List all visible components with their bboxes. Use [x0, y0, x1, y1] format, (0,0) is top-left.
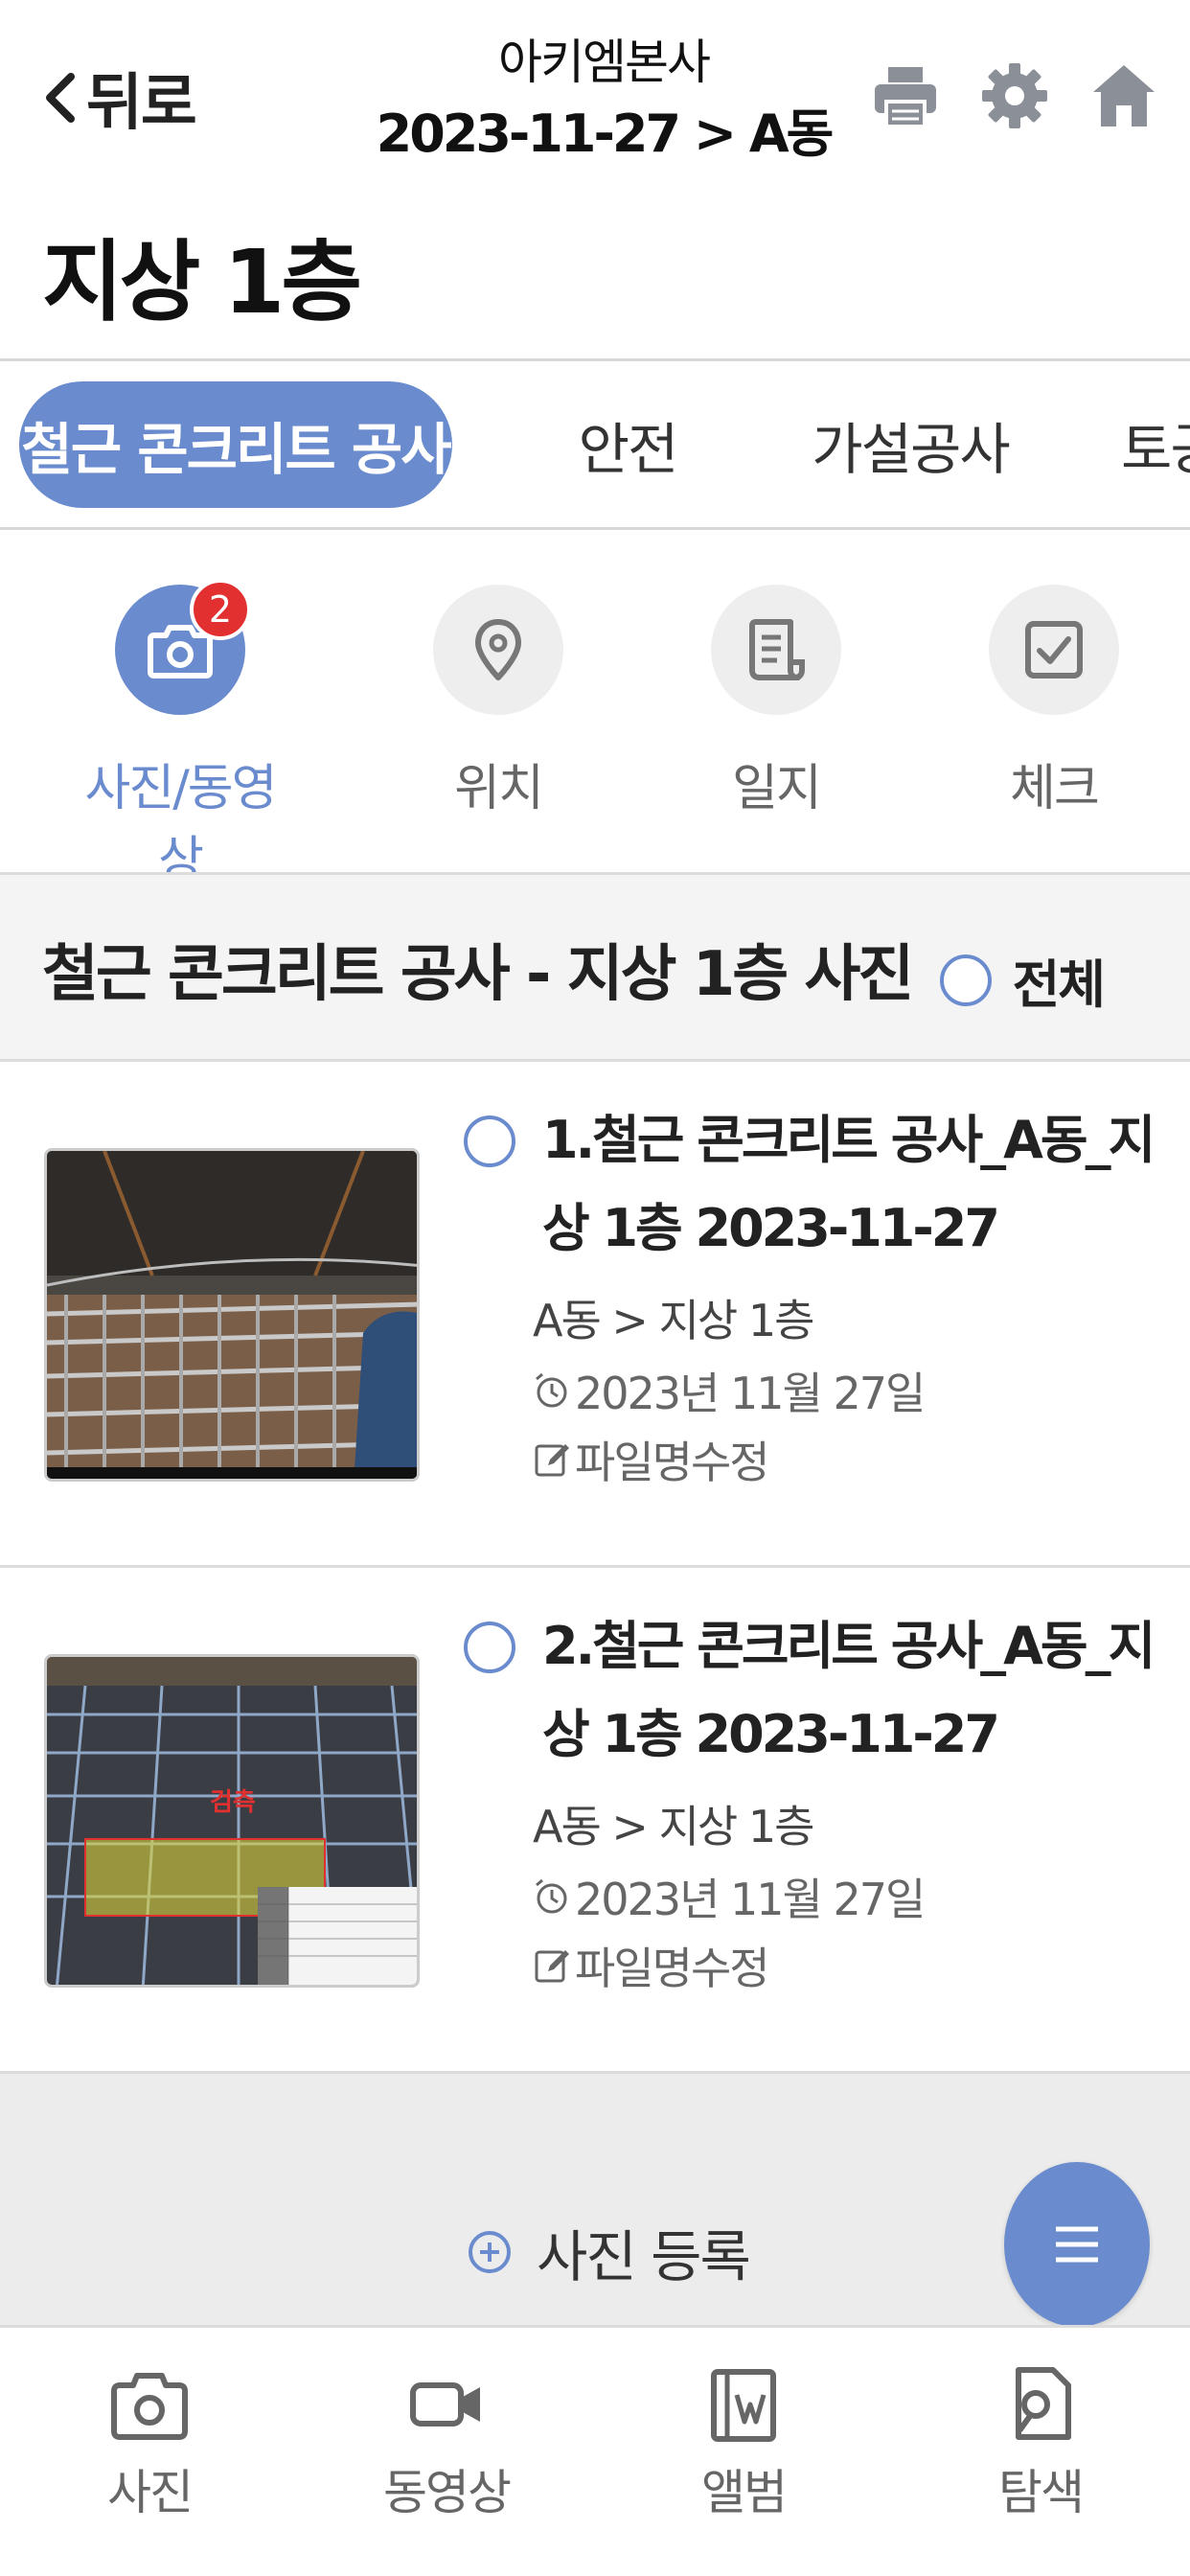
item-select-radio[interactable]	[464, 1116, 515, 1167]
rename-file-button[interactable]: 파일명수정	[533, 1428, 770, 1491]
edit-icon	[535, 1444, 569, 1477]
rename-file-label: 파일명수정	[575, 1437, 770, 1488]
list-item: 1.철근 콘크리트 공사_A동_지상 1층 2023-11-27 A동 > 지상…	[0, 1062, 1190, 1568]
divider	[0, 527, 1190, 530]
list-item: 검측 2.철근 콘크리트 공사_A동_지상 1층 2023-11-27 A동 >…	[0, 1568, 1190, 2074]
register-photo-label: 사진 등록	[537, 2224, 751, 2289]
header-actions	[868, 56, 1161, 136]
nav-album[interactable]: 앨범	[629, 2362, 858, 2523]
item-date-row: 2023년 11월 27일	[533, 1359, 926, 1422]
hamburger-menu-icon	[1056, 2226, 1098, 2263]
category-tabs: 철근 콘크리트 공사 안전 가설공사 토공	[0, 362, 1190, 529]
item-date: 2023년 11월 27일	[575, 1368, 926, 1419]
item-location: A동 > 지상 1층	[533, 1801, 814, 1852]
bottom-nav: 사진 동영상 앨범 탐색	[0, 2325, 1190, 2576]
tab-safety[interactable]: 안전	[537, 381, 719, 508]
menu-label-photo-video: 사진/동영상	[84, 760, 278, 889]
settings-button[interactable]	[977, 56, 1052, 136]
alarm-clock-icon	[536, 1372, 567, 1408]
photo-thumbnail[interactable]: 검측	[44, 1654, 420, 1988]
document-icon	[749, 619, 805, 680]
rename-file-label: 파일명수정	[575, 1943, 770, 1994]
select-all-toggle[interactable]: 전체	[939, 942, 1106, 1018]
item-select-radio[interactable]	[464, 1622, 515, 1673]
select-all-label: 전체	[1012, 954, 1106, 1015]
overlay-label: 검측	[210, 1788, 256, 1817]
rename-file-button[interactable]: 파일명수정	[533, 1934, 770, 1997]
item-title[interactable]: 2.철근 콘크리트 공사_A동_지상 1층 2023-11-27	[542, 1602, 1156, 1779]
print-button[interactable]	[868, 56, 943, 136]
album-icon	[711, 2369, 776, 2442]
edit-icon	[535, 1950, 569, 1983]
nav-photo[interactable]: 사진	[34, 2362, 264, 2523]
nav-label-video: 동영상	[383, 2465, 512, 2520]
menu-photo-video[interactable]: 2 사진/동영상	[70, 579, 290, 891]
nav-label-album: 앨범	[701, 2465, 788, 2520]
register-area: 사진 등록	[0, 2074, 1190, 2325]
photo-thumbnail[interactable]	[44, 1148, 420, 1482]
item-date-row: 2023년 11월 27일	[533, 1865, 926, 1928]
media-menu: 2 사진/동영상 위치 일지 체크	[0, 579, 1190, 889]
alarm-clock-icon	[536, 1878, 567, 1914]
gear-icon	[982, 63, 1047, 128]
chevron-left-icon	[46, 73, 75, 123]
menu-icon-circle	[989, 585, 1119, 715]
menu-icon-circle: 2	[115, 579, 251, 715]
file-search-icon	[1016, 2367, 1071, 2440]
inspection-photo-image: 검측	[47, 1657, 417, 1985]
section-title: 철근 콘크리트 공사 - 지상 1층 사진	[42, 939, 914, 1010]
menu-icon-circle	[433, 585, 563, 715]
nav-label-explore: 탐색	[998, 2465, 1085, 2520]
nav-explore[interactable]: 탐색	[926, 2362, 1156, 2523]
nav-label-photo: 사진	[107, 2465, 194, 2520]
menu-label-location: 위치	[454, 760, 544, 817]
tab-temporary-works[interactable]: 가설공사	[786, 381, 1035, 508]
home-icon	[1093, 65, 1155, 126]
camera-icon	[111, 2373, 188, 2440]
back-button[interactable]: 뒤로	[38, 59, 197, 139]
menu-label-journal: 일지	[732, 760, 822, 817]
rebar-photo-image	[47, 1151, 417, 1479]
menu-location[interactable]: 위치	[388, 585, 608, 819]
location-pin-icon	[475, 619, 521, 680]
checkbox-icon	[1025, 621, 1083, 678]
menu-label-check: 체크	[1010, 760, 1100, 817]
item-title[interactable]: 1.철근 콘크리트 공사_A동_지상 1층 2023-11-27	[542, 1096, 1156, 1273]
section-header: 철근 콘크리트 공사 - 지상 1층 사진 전체	[0, 872, 1190, 1062]
nav-video[interactable]: 동영상	[332, 2362, 561, 2523]
item-location: A동 > 지상 1층	[533, 1295, 814, 1346]
menu-check[interactable]: 체크	[944, 585, 1164, 819]
back-label: 뒤로	[86, 68, 197, 139]
printer-icon	[875, 67, 936, 128]
tab-earthwork[interactable]: 토공	[1121, 381, 1190, 508]
header-title-block: 아키엠본사 2023-11-27 > A동	[364, 29, 843, 172]
breadcrumb: 2023-11-27 > A동	[376, 104, 835, 164]
video-icon	[410, 2382, 480, 2426]
menu-journal[interactable]: 일지	[666, 585, 886, 819]
plus-circle-icon	[469, 2231, 511, 2273]
page-title: 지상 1층	[42, 231, 362, 334]
app-header: 뒤로 아키엠본사 2023-11-27 > A동	[0, 0, 1190, 192]
company-name: 아키엠본사	[498, 34, 711, 90]
select-all-radio[interactable]	[939, 954, 992, 1006]
home-button[interactable]	[1087, 56, 1161, 136]
tab-rebar-concrete[interactable]: 철근 콘크리트 공사	[19, 381, 452, 508]
menu-icon-circle	[711, 585, 841, 715]
menu-fab-button[interactable]	[1004, 2162, 1150, 2327]
divider	[0, 358, 1190, 361]
photo-count-badge: 2	[190, 579, 251, 640]
register-photo-button[interactable]: 사진 등록	[466, 2212, 751, 2292]
item-date: 2023년 11월 27일	[575, 1874, 926, 1925]
